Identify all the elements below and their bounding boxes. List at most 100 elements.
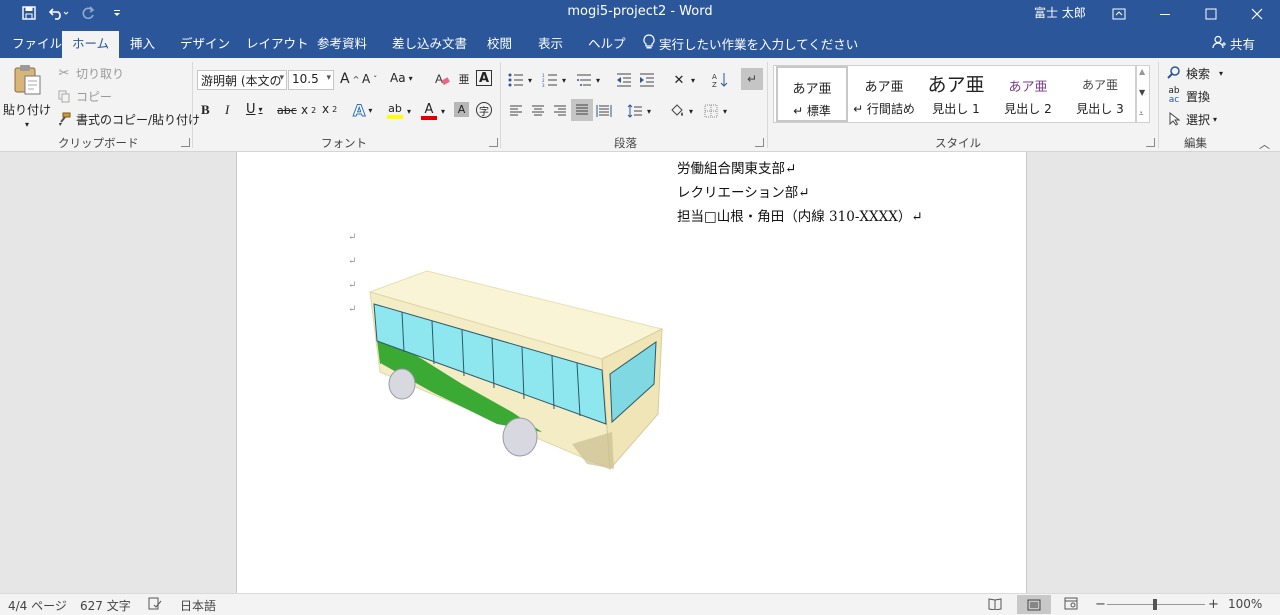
word-count[interactable]: 627 文字 [80, 597, 131, 614]
font-name-combo[interactable]: 游明朝 (本文の ▾ [197, 70, 287, 90]
phonetic-guide-button[interactable]: 亜 [455, 70, 473, 88]
decrease-indent-button[interactable] [615, 71, 633, 89]
chevron-down-icon: ▾ [562, 75, 567, 85]
tab-mailings[interactable]: 差し込み文書 [382, 31, 477, 58]
clipboard-launcher-icon[interactable] [181, 138, 190, 147]
paste-button[interactable]: 貼り付け ▾ [3, 64, 51, 129]
multilevel-list-button[interactable]: ▾ [575, 71, 600, 89]
bullets-button[interactable]: ▾ [507, 71, 532, 89]
grow-font-button[interactable]: A ^ [340, 71, 359, 87]
doc-line-contact[interactable]: 担当□山根・角田（内線 310-XXXX）↵ [677, 205, 923, 225]
cut-button[interactable]: ✂ 切り取り [55, 64, 124, 82]
text-effects-icon: A [352, 101, 366, 121]
svg-text:A: A [712, 73, 717, 81]
paragraph-mark: ↵ [348, 304, 357, 315]
character-border-button[interactable]: A [476, 70, 492, 86]
styles-launcher-icon[interactable] [1146, 138, 1155, 147]
tab-review[interactable]: 校閲 [477, 31, 522, 58]
numbering-button[interactable]: 123 ▾ [541, 71, 566, 89]
doc-line-union[interactable]: 労働組合関東支部↵ [677, 157, 796, 177]
page-count[interactable]: 4/4 ページ [8, 597, 67, 614]
user-name[interactable]: 富士 太郎 [1034, 4, 1086, 21]
underline-button[interactable]: U ▾ [246, 102, 263, 117]
collapse-ribbon-icon[interactable]: ︿ [1259, 136, 1270, 152]
style-normal[interactable]: あア亜 ↵ 標準 [776, 66, 848, 122]
zoom-level[interactable]: 100% [1228, 597, 1262, 611]
close-icon[interactable] [1234, 0, 1280, 28]
doc-line-recreation[interactable]: レクリエーション部↵ [677, 181, 810, 201]
print-layout-icon[interactable] [1017, 595, 1051, 614]
show-hide-marks-button[interactable]: ↵ [741, 68, 763, 90]
enclose-characters-button[interactable]: 字 [476, 102, 492, 118]
bold-button[interactable]: B [201, 102, 210, 118]
tab-home[interactable]: ホーム [62, 31, 120, 58]
font-color-button[interactable]: A ▾ [420, 101, 445, 121]
align-right-button[interactable] [551, 102, 569, 120]
ribbon-display-options-icon[interactable] [1096, 0, 1142, 28]
chevron-down-icon: ▾ [1219, 68, 1224, 78]
tab-view[interactable]: 表示 [528, 31, 573, 58]
language-indicator[interactable]: 日本語 [180, 597, 216, 614]
document-page[interactable]: 労働組合関東支部↵ レクリエーション部↵ 担当□山根・角田（内線 310-XXX… [236, 152, 1027, 593]
style-heading-3[interactable]: あア亜 見出し 3 [1064, 66, 1136, 122]
style-heading-2[interactable]: あア亜 見出し 2 [992, 66, 1064, 122]
style-preview: あア亜 [792, 82, 832, 97]
gallery-more-icon[interactable]: ⩡ [1139, 109, 1144, 119]
zoom-slider-thumb[interactable] [1153, 599, 1157, 610]
maximize-icon[interactable] [1188, 0, 1234, 28]
tab-help[interactable]: ヘルプ [578, 31, 636, 58]
shading-button[interactable]: ▾ [668, 102, 693, 120]
replace-button[interactable]: ab ac 置換 [1165, 87, 1210, 105]
borders-icon [702, 102, 720, 120]
chevron-up-icon[interactable]: ▲ [1139, 67, 1145, 76]
chevron-down-icon[interactable]: ▼ [1139, 88, 1145, 97]
sort-button[interactable]: AZ [711, 71, 729, 89]
style-no-spacing[interactable]: あア亜 ↵ 行間詰め [848, 66, 920, 122]
highlight-button[interactable]: ab ▾ [386, 101, 411, 121]
styles-gallery-scroll[interactable]: ▲ ▼ ⩡ [1136, 65, 1150, 123]
group-divider [767, 62, 768, 148]
italic-button[interactable]: I [225, 102, 229, 118]
zoom-out-icon[interactable]: − [1095, 597, 1106, 612]
increase-indent-button[interactable] [638, 71, 656, 89]
web-layout-icon[interactable] [1064, 597, 1078, 613]
tab-design[interactable]: デザイン [170, 31, 240, 58]
minimize-icon[interactable] [1142, 0, 1188, 28]
zoom-in-icon[interactable]: + [1208, 597, 1219, 612]
tab-references[interactable]: 参考資料 [307, 31, 377, 58]
font-size-combo[interactable]: 10.5 ▾ [288, 70, 334, 90]
eraser-icon: A [433, 70, 451, 88]
share-button[interactable]: 共有 [1212, 34, 1255, 53]
character-shading-button[interactable]: A [454, 102, 469, 117]
find-button[interactable]: 検索 ▾ [1165, 64, 1223, 82]
subscript-button[interactable]: x2 [301, 103, 316, 117]
distributed-button[interactable] [595, 102, 613, 120]
style-heading-1[interactable]: あア亜 見出し 1 [920, 66, 992, 122]
style-name: 見出し 1 [932, 102, 980, 116]
tab-insert[interactable]: 挿入 [120, 31, 165, 58]
clear-formatting-button[interactable]: A [433, 70, 451, 88]
change-case-button[interactable]: Aa ▾ [390, 71, 413, 85]
proofing-icon[interactable] [148, 597, 162, 613]
read-mode-icon[interactable] [988, 597, 1002, 613]
font-launcher-icon[interactable] [489, 138, 498, 147]
justify-button[interactable] [571, 99, 593, 121]
copy-button[interactable]: コピー [55, 87, 112, 105]
bus-3d-model-image[interactable] [362, 264, 672, 474]
font-color-icon: A [420, 101, 438, 121]
line-spacing-button[interactable]: ▾ [626, 102, 651, 120]
shrink-font-button[interactable]: Aˇ [362, 72, 377, 86]
format-painter-button[interactable]: 書式のコピー/貼り付け [55, 110, 200, 128]
superscript-button[interactable]: x2 [322, 102, 337, 116]
share-label: 共有 [1230, 37, 1256, 52]
tell-me-box[interactable]: 実行したい作業を入力してください [643, 34, 858, 53]
align-center-button[interactable] [529, 102, 547, 120]
strikethrough-button[interactable]: abc [277, 104, 297, 117]
align-left-button[interactable] [507, 102, 525, 120]
asian-layout-button[interactable]: ✕ ▾ [670, 71, 695, 89]
text-effects-button[interactable]: A ▾ [352, 101, 372, 121]
paragraph-launcher-icon[interactable] [755, 138, 764, 147]
style-preview: あア亜 [927, 74, 985, 96]
select-button[interactable]: 選択 ▾ [1165, 110, 1217, 128]
borders-button[interactable]: ▾ [702, 102, 727, 120]
